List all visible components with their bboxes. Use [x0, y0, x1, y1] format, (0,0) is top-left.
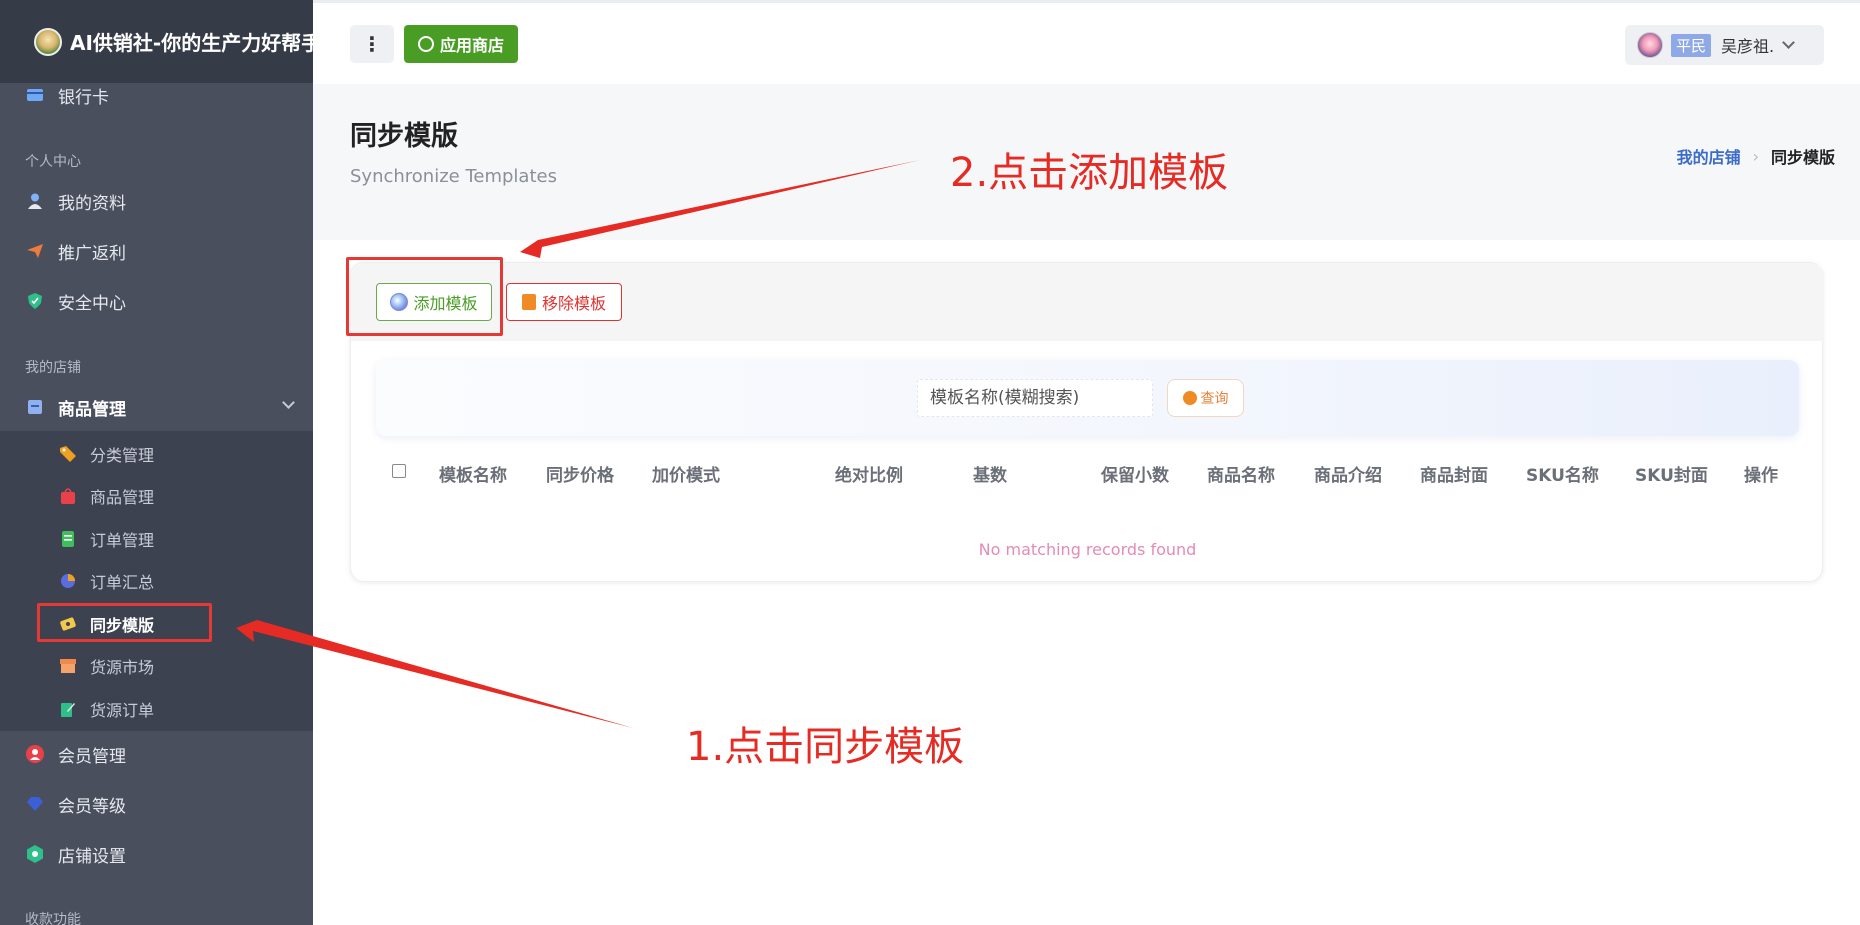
sidebar-item-members[interactable]: 会员管理: [0, 741, 313, 767]
pie-chart-icon: [60, 573, 76, 589]
app-store-icon: [417, 36, 434, 52]
column-header[interactable]: 绝对比例: [835, 461, 903, 486]
sidebar-item-label: 会员管理: [58, 746, 126, 767]
topbar: ⋮ 应用商店 平民 吴彦祖.: [313, 0, 1860, 84]
sub-item-label: 货源市场: [90, 658, 155, 677]
annotation-box-sync-template: [37, 603, 212, 642]
order-icon: [60, 531, 76, 547]
sidebar: AI供销社-你的生产力好帮手 银行卡 个人中心 我的资料 推广返利 安全中心 我…: [0, 0, 313, 925]
sub-item-order-summary[interactable]: 订单汇总: [0, 569, 313, 593]
breadcrumb-my-store[interactable]: 我的店铺: [1677, 144, 1741, 168]
edit-icon: [60, 701, 76, 717]
sub-item-label: 分类管理: [90, 446, 155, 465]
query-label: 查询: [1200, 391, 1229, 407]
column-header[interactable]: 基数: [973, 461, 1007, 486]
sidebar-item-label: 我的资料: [58, 193, 126, 214]
more-menu-button[interactable]: ⋮: [350, 25, 394, 63]
search-panel: 查询: [376, 360, 1799, 436]
sidebar-group-goods[interactable]: 商品管理: [0, 394, 313, 420]
breadcrumb-current: 同步模版: [1770, 148, 1835, 167]
column-header[interactable]: 操作: [1744, 461, 1778, 486]
sub-item-orders[interactable]: 订单管理: [0, 527, 313, 551]
column-header[interactable]: 加价模式: [652, 461, 720, 486]
column-header[interactable]: SKU封面: [1635, 461, 1708, 486]
sub-item-label: 订单管理: [90, 531, 155, 550]
app-store-label: 应用商店: [439, 36, 504, 55]
table-header: 模板名称 同步价格 加价模式 绝对比例 基数 保留小数 商品名称 商品介绍 商品…: [351, 446, 1824, 496]
sub-item-label: 商品管理: [90, 488, 155, 507]
sidebar-item-member-levels[interactable]: 会员等级: [0, 791, 313, 817]
bag-icon: [60, 488, 76, 504]
sidebar-item-referral[interactable]: 推广返利: [0, 238, 313, 264]
remove-template-label: 移除模板: [541, 294, 606, 313]
column-header[interactable]: 模板名称: [439, 461, 507, 486]
user-icon: [26, 192, 44, 210]
column-header[interactable]: 同步价格: [546, 461, 614, 486]
sidebar-item-label: 安全中心: [58, 293, 126, 314]
paper-plane-icon: [26, 242, 44, 260]
page-title: 同步模版: [350, 121, 458, 152]
goods-icon: [26, 398, 44, 416]
card-icon: [26, 86, 44, 104]
sidebar-item-label: 会员等级: [58, 796, 126, 817]
sub-item-label: 货源订单: [90, 701, 155, 720]
avatar: [1637, 32, 1663, 58]
sub-item-supply-market[interactable]: 货源市场: [0, 654, 313, 678]
store-icon: [60, 658, 76, 674]
empty-table-message: No matching records found: [978, 540, 1197, 559]
chevron-down-icon: [282, 396, 295, 409]
breadcrumb: 我的店铺 › 同步模版: [1677, 144, 1835, 168]
shield-icon: [26, 292, 44, 310]
sub-item-supply-orders[interactable]: 货源订单: [0, 697, 313, 721]
trash-icon: [521, 294, 536, 310]
annotation-step2-text: 2.点击添加模板: [950, 150, 1229, 196]
goods-submenu: 分类管理 商品管理 订单管理 订单汇总 同步模版 货源市场 货源订单: [0, 431, 313, 731]
template-name-search-input[interactable]: [917, 379, 1153, 417]
brand-title: AI供销社-你的生产力好帮手: [70, 31, 313, 55]
user-menu[interactable]: 平民 吴彦祖.: [1625, 25, 1824, 65]
column-header[interactable]: 保留小数: [1101, 461, 1169, 486]
rank-badge: 平民: [1671, 33, 1712, 57]
column-header[interactable]: 商品名称: [1207, 461, 1275, 486]
query-button[interactable]: 查询: [1167, 379, 1244, 417]
column-header[interactable]: 商品介绍: [1314, 461, 1382, 486]
select-all-checkbox[interactable]: [392, 464, 406, 478]
sidebar-item-label: 店铺设置: [58, 846, 126, 867]
search-icon: [1182, 391, 1197, 405]
sidebar-item-label: 商品管理: [58, 399, 126, 420]
brand-header: AI供销社-你的生产力好帮手: [0, 0, 313, 83]
username: 吴彦祖.: [1721, 37, 1775, 56]
sidebar-item-label: 推广返利: [58, 243, 126, 264]
page-subtitle: Synchronize Templates: [350, 166, 557, 187]
column-header[interactable]: 商品封面: [1420, 461, 1488, 486]
sidebar-item-bank-card[interactable]: 银行卡: [0, 82, 313, 108]
chevron-right-icon: ›: [1752, 146, 1759, 166]
sub-item-goods[interactable]: 商品管理: [0, 484, 313, 508]
sidebar-item-store-settings[interactable]: 店铺设置: [0, 841, 313, 867]
diamond-icon: [26, 795, 44, 813]
section-title-store: 我的店铺: [25, 360, 81, 376]
sidebar-item-security[interactable]: 安全中心: [0, 288, 313, 314]
column-header[interactable]: SKU名称: [1526, 461, 1599, 486]
sidebar-item-profile[interactable]: 我的资料: [0, 188, 313, 214]
hexagon-icon: [26, 845, 44, 863]
brand-logo: [34, 27, 62, 56]
section-title-personal: 个人中心: [25, 154, 81, 170]
template-card: 添加模板 移除模板 查询 模板名称 同步价格 加价模式 绝对比例 基数 保留小数…: [350, 262, 1824, 582]
sub-item-category[interactable]: 分类管理: [0, 442, 313, 466]
annotation-step1-text: 1.点击同步模板: [686, 724, 965, 770]
remove-template-button[interactable]: 移除模板: [506, 283, 622, 321]
sub-item-label: 订单汇总: [90, 573, 155, 592]
annotation-box-add-template: [346, 257, 503, 336]
tag-icon: [60, 446, 76, 462]
card-toolbar: 添加模板 移除模板: [351, 263, 1824, 341]
section-title-payment: 收款功能: [25, 912, 81, 925]
member-icon: [26, 745, 44, 763]
app-store-button[interactable]: 应用商店: [404, 25, 518, 63]
chevron-down-icon: [1782, 35, 1795, 49]
sidebar-item-label: 银行卡: [58, 87, 109, 108]
